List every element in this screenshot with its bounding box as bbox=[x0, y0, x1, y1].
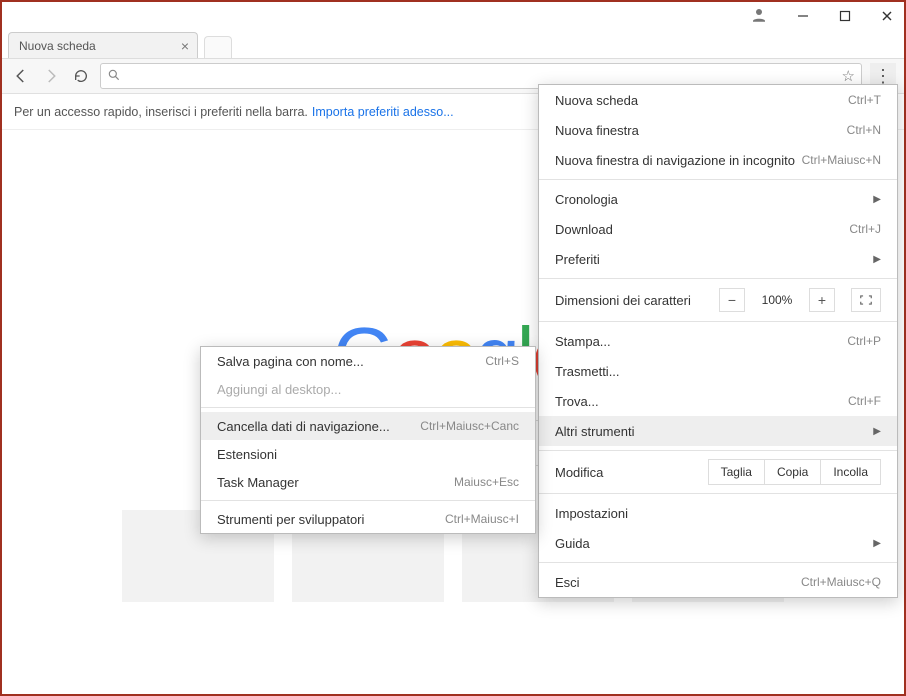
reload-button[interactable] bbox=[70, 65, 92, 87]
import-bookmarks-link[interactable]: Importa preferiti adesso... bbox=[312, 105, 454, 119]
edit-paste-button[interactable]: Incolla bbox=[821, 459, 881, 485]
menu-shortcut: Ctrl+Maiusc+I bbox=[445, 512, 519, 526]
menu-label: Cronologia bbox=[555, 192, 618, 207]
tab-strip: Nuova scheda × bbox=[2, 30, 904, 58]
window-minimize-button[interactable] bbox=[796, 9, 810, 23]
back-button[interactable] bbox=[10, 65, 32, 87]
menu-separator bbox=[539, 321, 897, 322]
submenu-clear-browsing-data[interactable]: Cancella dati di navigazione... Ctrl+Mai… bbox=[201, 412, 535, 440]
menu-separator bbox=[539, 562, 897, 563]
menu-shortcut: Ctrl+F bbox=[848, 394, 881, 408]
menu-history[interactable]: Cronologia ▶ bbox=[539, 184, 897, 214]
menu-shortcut: Ctrl+Maiusc+Canc bbox=[420, 419, 519, 433]
menu-cast[interactable]: Trasmetti... bbox=[539, 356, 897, 386]
menu-label: Altri strumenti bbox=[555, 424, 634, 439]
submenu-task-manager[interactable]: Task Manager Maiusc+Esc bbox=[201, 468, 535, 496]
menu-new-tab[interactable]: Nuova scheda Ctrl+T bbox=[539, 85, 897, 115]
bookmark-star-icon[interactable]: ☆ bbox=[842, 67, 855, 85]
menu-label: Preferiti bbox=[555, 252, 600, 267]
menu-label: Nuova scheda bbox=[555, 93, 638, 108]
chevron-right-icon: ▶ bbox=[873, 254, 881, 265]
menu-shortcut: Ctrl+S bbox=[485, 354, 519, 368]
menu-label: Impostazioni bbox=[555, 506, 628, 521]
menu-separator bbox=[539, 278, 897, 279]
menu-downloads[interactable]: Download Ctrl+J bbox=[539, 214, 897, 244]
menu-label: Task Manager bbox=[217, 475, 299, 490]
menu-shortcut: Ctrl+T bbox=[848, 93, 881, 107]
menu-new-window[interactable]: Nuova finestra Ctrl+N bbox=[539, 115, 897, 145]
chevron-right-icon: ▶ bbox=[873, 194, 881, 205]
menu-settings[interactable]: Impostazioni bbox=[539, 498, 897, 528]
menu-shortcut: Maiusc+Esc bbox=[454, 475, 519, 489]
menu-exit[interactable]: Esci Ctrl+Maiusc+Q bbox=[539, 567, 897, 597]
menu-separator bbox=[201, 407, 535, 408]
tab-title: Nuova scheda bbox=[19, 39, 96, 53]
zoom-out-button[interactable]: − bbox=[719, 288, 745, 312]
browser-tab[interactable]: Nuova scheda × bbox=[8, 32, 198, 58]
edit-cut-button[interactable]: Taglia bbox=[708, 459, 765, 485]
menu-print[interactable]: Stampa... Ctrl+P bbox=[539, 326, 897, 356]
menu-label: Aggiungi al desktop... bbox=[217, 382, 341, 397]
edit-label: Modifica bbox=[555, 465, 708, 480]
menu-label: Esci bbox=[555, 575, 580, 590]
menu-shortcut: Ctrl+J bbox=[849, 222, 881, 236]
menu-shortcut: Ctrl+N bbox=[847, 123, 881, 137]
submenu-extensions[interactable]: Estensioni bbox=[201, 440, 535, 468]
menu-label: Guida bbox=[555, 536, 590, 551]
menu-more-tools[interactable]: Altri strumenti ▶ bbox=[539, 416, 897, 446]
menu-find[interactable]: Trova... Ctrl+F bbox=[539, 386, 897, 416]
chevron-right-icon: ▶ bbox=[873, 538, 881, 549]
menu-shortcut: Ctrl+P bbox=[847, 334, 881, 348]
edit-copy-button[interactable]: Copia bbox=[765, 459, 821, 485]
menu-label: Nuova finestra di navigazione in incogni… bbox=[555, 153, 795, 168]
menu-label: Nuova finestra bbox=[555, 123, 639, 138]
menu-label: Estensioni bbox=[217, 447, 277, 462]
menu-separator bbox=[539, 450, 897, 451]
menu-separator bbox=[539, 493, 897, 494]
menu-label: Trova... bbox=[555, 394, 599, 409]
menu-label: Salva pagina con nome... bbox=[217, 354, 364, 369]
window-maximize-button[interactable] bbox=[838, 9, 852, 23]
menu-shortcut: Ctrl+Maiusc+Q bbox=[801, 575, 881, 589]
submenu-dev-tools[interactable]: Strumenti per sviluppatori Ctrl+Maiusc+I bbox=[201, 505, 535, 533]
menu-label: Download bbox=[555, 222, 613, 237]
chevron-right-icon: ▶ bbox=[873, 426, 881, 437]
menu-separator bbox=[539, 179, 897, 180]
fullscreen-button[interactable] bbox=[851, 288, 881, 312]
menu-label: Cancella dati di navigazione... bbox=[217, 419, 390, 434]
menu-bookmarks[interactable]: Preferiti ▶ bbox=[539, 244, 897, 274]
menu-separator bbox=[201, 500, 535, 501]
tab-close-icon[interactable]: × bbox=[181, 38, 189, 54]
zoom-label: Dimensioni dei caratteri bbox=[555, 293, 709, 308]
menu-help[interactable]: Guida ▶ bbox=[539, 528, 897, 558]
chrome-main-menu: Nuova scheda Ctrl+T Nuova finestra Ctrl+… bbox=[538, 84, 898, 598]
menu-label: Stampa... bbox=[555, 334, 611, 349]
menu-label: Trasmetti... bbox=[555, 364, 620, 379]
submenu-add-desktop[interactable]: Aggiungi al desktop... bbox=[201, 375, 535, 403]
bookmarks-prompt-text: Per un accesso rapido, inserisci i prefe… bbox=[14, 105, 308, 119]
window-close-button[interactable] bbox=[880, 9, 894, 23]
menu-incognito[interactable]: Nuova finestra di navigazione in incogni… bbox=[539, 145, 897, 175]
zoom-value: 100% bbox=[755, 293, 799, 307]
new-tab-button[interactable] bbox=[204, 36, 232, 58]
forward-button[interactable] bbox=[40, 65, 62, 87]
submenu-save-as[interactable]: Salva pagina con nome... Ctrl+S bbox=[201, 347, 535, 375]
zoom-in-button[interactable]: + bbox=[809, 288, 835, 312]
more-tools-submenu: Salva pagina con nome... Ctrl+S Aggiungi… bbox=[200, 346, 536, 534]
profile-avatar-icon[interactable] bbox=[750, 6, 768, 27]
menu-shortcut: Ctrl+Maiusc+N bbox=[802, 153, 881, 167]
window-titlebar bbox=[2, 2, 904, 30]
menu-label: Strumenti per sviluppatori bbox=[217, 512, 364, 527]
menu-edit-row: Modifica Taglia Copia Incolla bbox=[539, 455, 897, 489]
search-icon bbox=[107, 68, 121, 85]
menu-zoom-row: Dimensioni dei caratteri − 100% + bbox=[539, 283, 897, 317]
